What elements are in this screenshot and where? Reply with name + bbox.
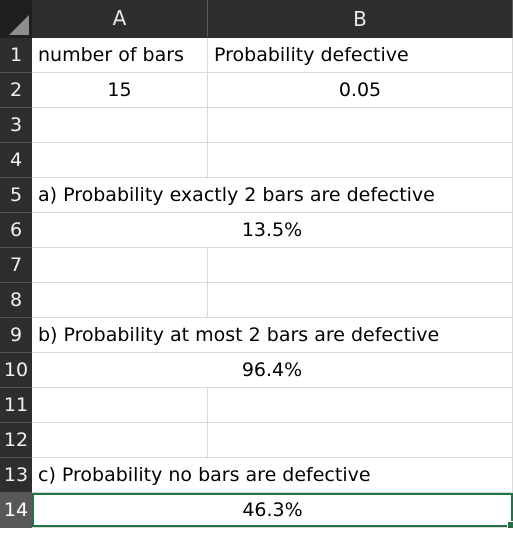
column-header-a[interactable]: A: [32, 0, 208, 38]
spreadsheet: A B 1 2 3 4 5 6 7 8 9 10 11 12 13 14 num…: [0, 0, 513, 536]
table-row: [32, 423, 513, 458]
row-header[interactable]: 9: [0, 318, 32, 353]
table-row: [32, 388, 513, 423]
table-row: c) Probability no bars are defective: [32, 458, 513, 493]
row-header[interactable]: 13: [0, 458, 32, 493]
cell-a4[interactable]: [32, 143, 208, 177]
row-headers: 1 2 3 4 5 6 7 8 9 10 11 12 13 14: [0, 38, 32, 528]
cell-a2[interactable]: 15: [32, 73, 208, 107]
cell-a14-merged-selected[interactable]: 46.3%: [32, 493, 513, 529]
table-row-selected: 46.3%: [32, 493, 513, 529]
table-row: [32, 108, 513, 143]
table-row: b) Probability at most 2 bars are defect…: [32, 318, 513, 353]
cell-b7[interactable]: [208, 248, 513, 282]
row-header[interactable]: 1: [0, 38, 32, 73]
cell-b8[interactable]: [208, 283, 513, 317]
row-header[interactable]: 7: [0, 248, 32, 283]
table-row: 13.5%: [32, 213, 513, 248]
row-header[interactable]: 8: [0, 283, 32, 318]
row-header[interactable]: 12: [0, 423, 32, 458]
row-header[interactable]: 11: [0, 388, 32, 423]
table-row: [32, 283, 513, 318]
row-header[interactable]: 2: [0, 73, 32, 108]
cell-a7[interactable]: [32, 248, 208, 282]
cell-b12[interactable]: [208, 423, 513, 457]
row-header-active[interactable]: 14: [0, 493, 32, 528]
cell-a9-merged[interactable]: b) Probability at most 2 bars are defect…: [32, 318, 513, 352]
cell-b4[interactable]: [208, 143, 513, 177]
cell-a12[interactable]: [32, 423, 208, 457]
column-header-b[interactable]: B: [208, 0, 513, 38]
row-header[interactable]: 6: [0, 213, 32, 248]
table-row: [32, 248, 513, 283]
cell-a6-merged[interactable]: 13.5%: [32, 213, 513, 247]
select-all-icon: [9, 15, 29, 35]
table-row: [32, 143, 513, 178]
row-header[interactable]: 3: [0, 108, 32, 143]
cell-grid: number of bars Probability defective 15 …: [32, 38, 513, 529]
select-all-corner[interactable]: [0, 0, 32, 38]
cell-a14-value: 46.3%: [242, 499, 303, 521]
table-row: 15 0.05: [32, 73, 513, 108]
cell-a1[interactable]: number of bars: [32, 38, 208, 72]
cell-a11[interactable]: [32, 388, 208, 422]
cell-b11[interactable]: [208, 388, 513, 422]
row-header[interactable]: 5: [0, 178, 32, 213]
cell-a3[interactable]: [32, 108, 208, 142]
table-row: a) Probability exactly 2 bars are defect…: [32, 178, 513, 213]
cell-a5-merged[interactable]: a) Probability exactly 2 bars are defect…: [32, 178, 513, 212]
fill-handle[interactable]: [507, 521, 513, 529]
row-header[interactable]: 4: [0, 143, 32, 178]
cell-a8[interactable]: [32, 283, 208, 317]
table-row: number of bars Probability defective: [32, 38, 513, 73]
cell-a10-merged[interactable]: 96.4%: [32, 353, 513, 387]
column-header-row: A B: [0, 0, 513, 38]
cell-a13-merged[interactable]: c) Probability no bars are defective: [32, 458, 513, 492]
row-header[interactable]: 10: [0, 353, 32, 388]
cell-b3[interactable]: [208, 108, 513, 142]
cell-b1[interactable]: Probability defective: [208, 38, 513, 72]
table-row: 96.4%: [32, 353, 513, 388]
cell-b2[interactable]: 0.05: [208, 73, 513, 107]
